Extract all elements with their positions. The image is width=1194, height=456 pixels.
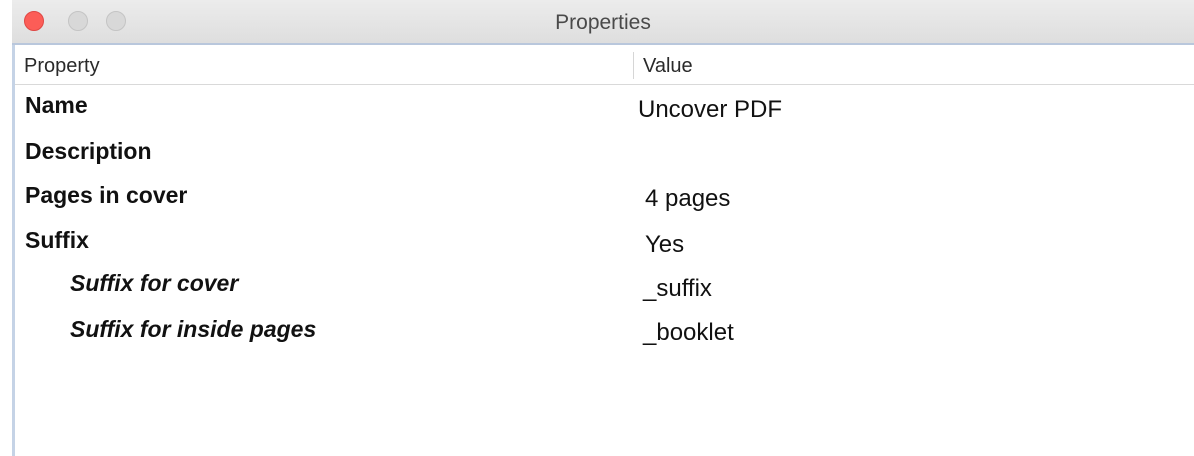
column-header-property[interactable]: Property: [24, 55, 100, 78]
property-name: Suffix for inside pages: [70, 316, 317, 342]
table-header: Property Value: [15, 47, 1194, 85]
property-value: _suffix: [643, 275, 712, 302]
property-value: Uncover PDF: [638, 96, 783, 123]
property-name: Pages in cover: [25, 182, 188, 208]
table-row[interactable]: Suffix for cover _suffix: [15, 267, 1194, 307]
property-value: Yes: [645, 231, 685, 258]
property-name: Suffix: [25, 227, 89, 253]
table-row[interactable]: Name Uncover PDF: [15, 88, 1194, 128]
property-name: Suffix for cover: [70, 270, 239, 296]
property-value: _booklet: [643, 319, 734, 346]
table-row[interactable]: Suffix for inside pages _booklet: [15, 313, 1194, 353]
property-value: 4 pages: [645, 185, 731, 212]
property-name: Description: [25, 138, 152, 164]
column-divider[interactable]: [633, 52, 634, 79]
window-title: Properties: [555, 11, 651, 34]
table-row[interactable]: Pages in cover 4 pages: [15, 179, 1194, 219]
column-header-value[interactable]: Value: [643, 55, 693, 78]
title-bar[interactable]: Properties: [12, 0, 1194, 45]
property-name: Name: [25, 92, 88, 118]
table-row[interactable]: Suffix Yes: [15, 224, 1194, 264]
properties-window: Properties Property Value Name Uncover P…: [0, 0, 1194, 456]
table-row[interactable]: Description: [15, 134, 1194, 174]
